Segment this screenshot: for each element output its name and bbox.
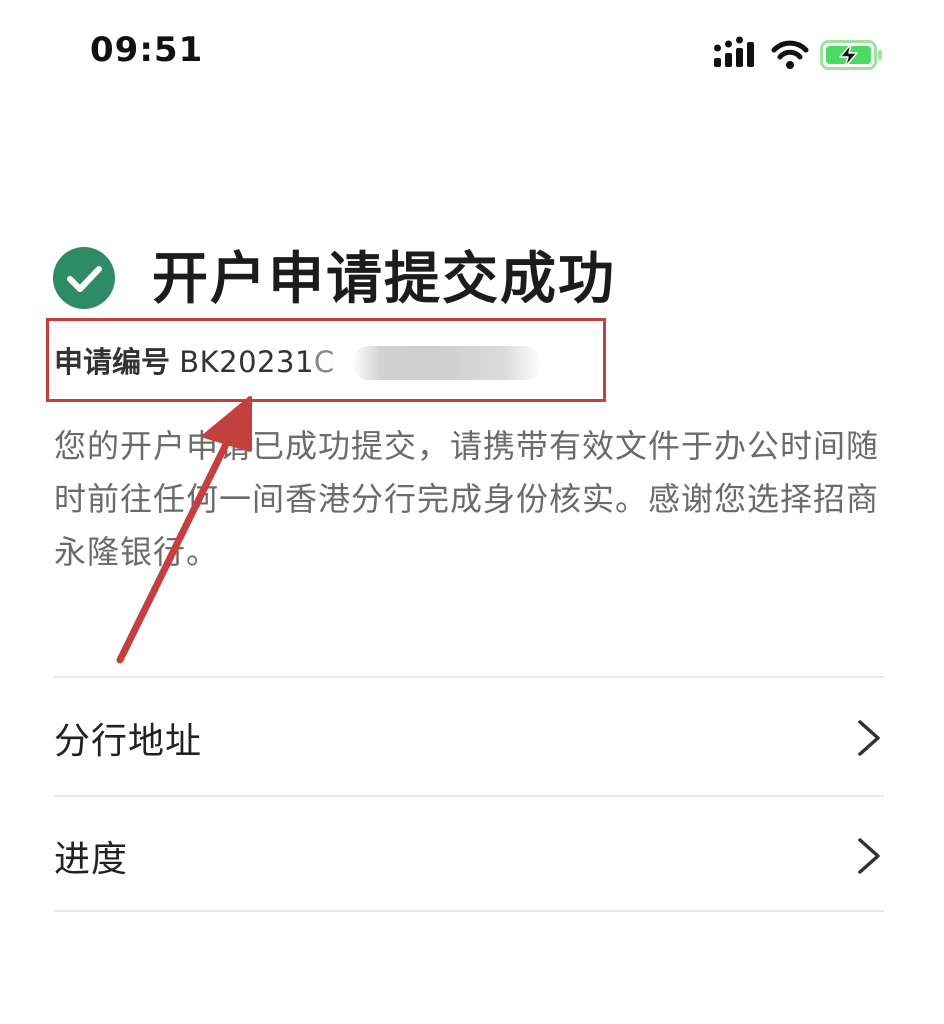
status-time: 09:51 bbox=[90, 30, 204, 70]
page-title: 开户申请提交成功 bbox=[152, 247, 616, 312]
menu-item-progress[interactable]: 进度 bbox=[54, 798, 884, 914]
wifi-icon bbox=[771, 40, 809, 69]
menu-item-branch-address[interactable]: 分行地址 bbox=[54, 680, 884, 796]
menu-item-label: 分行地址 bbox=[54, 721, 203, 762]
check-circle-icon bbox=[52, 246, 116, 310]
menu-item-label: 进度 bbox=[54, 839, 129, 880]
divider bbox=[54, 676, 884, 678]
chevron-right-icon bbox=[856, 836, 882, 876]
divider bbox=[54, 795, 884, 797]
divider bbox=[54, 910, 884, 912]
status-icons bbox=[714, 36, 884, 72]
signal-icon bbox=[714, 36, 754, 67]
status-bar: 09:51 bbox=[0, 0, 944, 110]
annotation-arrow bbox=[100, 390, 270, 680]
battery-charging-icon bbox=[820, 40, 882, 70]
chevron-right-icon bbox=[856, 718, 882, 758]
